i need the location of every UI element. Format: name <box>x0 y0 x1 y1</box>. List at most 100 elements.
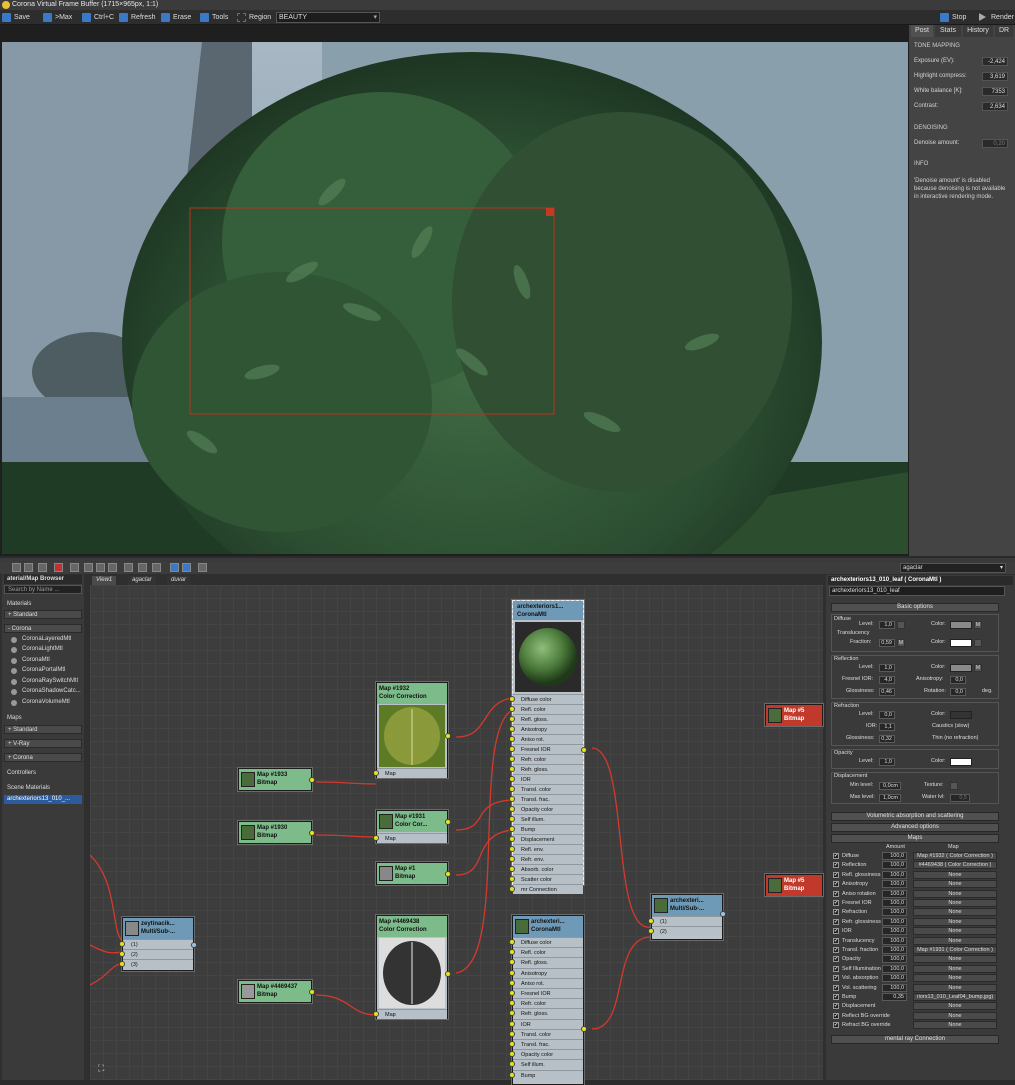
input-socket[interactable] <box>373 835 379 841</box>
list-item[interactable]: CoronaVolumeMtl <box>4 698 82 707</box>
render-pass-select[interactable]: BEAUTY <box>276 12 380 23</box>
map-amount-field[interactable]: 100,0 <box>882 927 907 936</box>
input-socket[interactable] <box>509 796 515 802</box>
input-socket[interactable] <box>509 776 515 782</box>
node-slot[interactable]: Displacement <box>513 834 583 844</box>
output-socket[interactable] <box>581 747 587 753</box>
node-slot[interactable]: Refr. gloss. <box>513 764 583 774</box>
map-node-red-1[interactable]: Map #5 Bitmap <box>765 704 823 726</box>
render-button[interactable]: Render <box>979 12 1014 23</box>
node-slot[interactable]: Scatter color <box>513 874 583 884</box>
list-item[interactable]: CoronaMtl <box>4 656 82 665</box>
map-enable-checkbox[interactable]: ✔ <box>833 890 839 897</box>
erase-button[interactable]: Erase <box>161 12 191 23</box>
map-slot-button[interactable]: None <box>913 1011 997 1020</box>
map-1932-node[interactable]: Map #1932 Color Correction Map <box>373 682 451 778</box>
input-socket[interactable] <box>509 846 515 852</box>
node-slot[interactable]: Refr. color <box>513 754 583 764</box>
node-slot[interactable]: Aniso rot. <box>513 977 583 988</box>
output-socket[interactable] <box>309 989 315 995</box>
input-socket[interactable] <box>509 1030 515 1037</box>
list-item[interactable]: CoronaPortalMtl <box>4 666 82 675</box>
sub-slot[interactable]: (1) <box>123 939 193 949</box>
map-enable-checkbox[interactable]: ✔ <box>833 1022 839 1029</box>
rotation-field[interactable]: 0,0 <box>950 688 966 696</box>
node-slot[interactable]: mr Connection <box>513 884 583 894</box>
node-slot[interactable]: Diffuse color <box>513 937 583 947</box>
refl-color-swatch[interactable] <box>950 664 972 672</box>
exposure-field[interactable]: -2,424 <box>982 57 1008 66</box>
min-level-field[interactable]: 0,0cm <box>879 782 901 790</box>
map-enable-checkbox[interactable]: ✔ <box>833 956 839 963</box>
input-socket[interactable] <box>509 990 515 996</box>
node-slot[interactable]: Diffuse color <box>513 694 583 704</box>
map-slot-button[interactable]: None <box>913 936 997 945</box>
put-icon[interactable] <box>38 563 47 572</box>
input-socket[interactable] <box>648 918 654 924</box>
input-socket[interactable] <box>119 951 125 957</box>
translucency-color-swatch[interactable] <box>950 639 972 647</box>
output-socket[interactable] <box>445 819 451 825</box>
map-slot[interactable]: Map <box>377 768 447 778</box>
input-socket[interactable] <box>509 969 515 976</box>
options-icon[interactable] <box>198 563 207 572</box>
maps-vray-group[interactable]: + V-Ray <box>4 739 82 748</box>
map-slot-button[interactable]: None <box>913 880 997 889</box>
map-enable-checkbox[interactable]: ✔ <box>833 1012 839 1019</box>
diffuse-color-swatch[interactable] <box>950 621 972 629</box>
map-icon[interactable] <box>138 563 147 572</box>
node-slot[interactable]: Self illum. <box>513 814 583 824</box>
input-socket[interactable] <box>509 1041 515 1047</box>
refl-glossiness-field[interactable]: 0,46 <box>879 688 895 696</box>
refr-level-field[interactable]: 0,0 <box>879 711 895 719</box>
output-socket[interactable] <box>445 971 451 977</box>
map-amount-field[interactable]: 100,0 <box>882 946 907 954</box>
input-socket[interactable] <box>648 928 654 934</box>
denoise-amount-field[interactable]: 0,20 <box>982 139 1008 148</box>
input-socket[interactable] <box>509 756 515 762</box>
map-enable-checkbox[interactable]: ✔ <box>833 862 839 869</box>
standard-group[interactable]: + Standard <box>4 610 82 619</box>
refr-color-swatch[interactable] <box>950 711 972 719</box>
map-1933-node[interactable]: Map #1933 Bitmap <box>238 768 315 791</box>
map-1931-node[interactable]: Map #1931 Color Cor... Map <box>373 810 451 843</box>
node-slot[interactable]: Anisotropy <box>513 724 583 734</box>
white-balance-field[interactable]: 7353 <box>982 87 1008 96</box>
multi-sub-node-left[interactable]: zeytinacik... Multi/Sub-... (1) (2) (3) <box>119 917 197 971</box>
advanced-options-rollout[interactable]: Advanced options <box>831 823 999 832</box>
map-slot[interactable]: Map <box>377 1009 447 1019</box>
diffuse-level-field[interactable]: 1,0 <box>879 621 895 629</box>
map-slot-button[interactable]: None <box>913 1002 997 1011</box>
map-slot-button[interactable]: None <box>913 983 997 992</box>
fraction-field[interactable]: 0,59 <box>879 639 895 647</box>
copy-button[interactable]: Ctrl+C <box>82 12 114 23</box>
map-slot-button[interactable]: None <box>913 870 997 879</box>
input-socket[interactable] <box>509 836 515 842</box>
tools-button[interactable]: Tools <box>200 12 228 23</box>
map-enable-checkbox[interactable]: ✔ <box>833 947 839 953</box>
input-socket[interactable] <box>119 941 125 947</box>
map-enable-checkbox[interactable]: ✔ <box>833 1003 839 1010</box>
map-4469437-node[interactable]: Map #4469437 Bitmap <box>238 980 315 1003</box>
refr-glossiness-field[interactable]: 0,32 <box>879 735 895 743</box>
map-enable-checkbox[interactable]: ✔ <box>833 909 839 916</box>
hide-icon[interactable] <box>84 563 93 572</box>
node-slot[interactable]: Refr. env. <box>513 854 583 864</box>
node-view[interactable]: archexteriors1... CoronaMtl Diffuse colo… <box>90 585 823 1085</box>
map-slot-button[interactable]: None <box>913 964 997 973</box>
fresnel-ior-field[interactable]: 4,0 <box>879 676 895 684</box>
map-slot-button[interactable]: riors13_010_Leaf04_bump.jpg) <box>913 993 997 1001</box>
map-slot-button[interactable]: None <box>913 974 997 983</box>
map-amount-field[interactable]: 100,0 <box>882 899 907 907</box>
node-slot[interactable]: Bump <box>513 824 583 834</box>
opacity-level-field[interactable]: 1,0 <box>879 758 895 766</box>
refl-map-button[interactable]: M <box>974 664 982 672</box>
water-level-checkbox[interactable]: Water lvl: <box>922 794 945 800</box>
list-item[interactable]: CoronaRaySwitchMtl <box>4 677 82 686</box>
water-level-field[interactable]: 0,5 <box>950 794 970 802</box>
output-socket[interactable] <box>720 911 726 917</box>
sub-slot[interactable]: (2) <box>123 949 193 959</box>
input-socket[interactable] <box>509 736 515 742</box>
map-slot-button[interactable]: None <box>913 917 997 926</box>
map-slot-button[interactable]: #4469438 ( Color Correction ) <box>913 861 997 870</box>
